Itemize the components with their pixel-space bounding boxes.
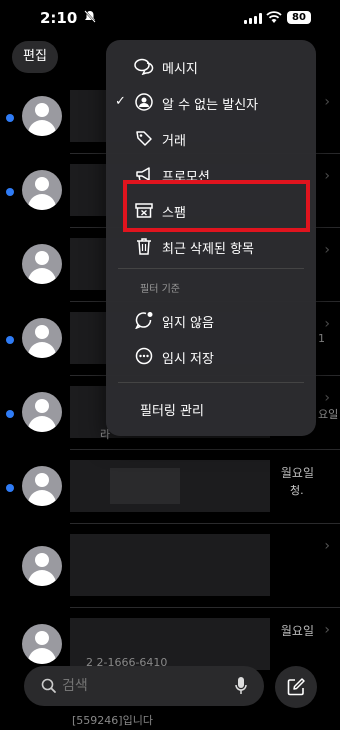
chevron-right-icon: › <box>324 168 330 184</box>
person-question-icon <box>134 93 154 111</box>
menu-item-label: 메시지 <box>162 62 198 77</box>
compose-button[interactable] <box>275 666 317 708</box>
unread-dot <box>6 410 14 418</box>
timestamp: 월요일 <box>280 466 314 480</box>
timestamp: 월요일 <box>280 624 314 638</box>
manage-filtering-button[interactable]: 필터링 관리 <box>140 400 204 419</box>
menu-item-unknown-senders[interactable]: ✓ 알 수 없는 발신자 <box>106 84 316 120</box>
menu-item-label: 알 수 없는 발신자 <box>162 98 259 113</box>
avatar <box>22 546 62 586</box>
chevron-right-icon: › <box>324 390 330 406</box>
unread-dot <box>6 336 14 344</box>
avatar <box>22 96 62 136</box>
background-fragment: [559246]입니다 <box>72 714 153 727</box>
microphone-icon[interactable] <box>234 676 248 696</box>
menu-divider <box>118 382 304 383</box>
search-icon <box>40 677 58 695</box>
unread-dot <box>6 188 14 196</box>
chevron-right-icon: › <box>324 94 330 110</box>
chevron-right-icon: › <box>324 242 330 258</box>
highlight-box <box>123 180 310 232</box>
wifi-icon <box>266 11 282 23</box>
filter-menu: 메시지 ✓ 알 수 없는 발신자 거래 프로모션 스팸 최근 삭제된 항목 필터… <box>106 40 316 436</box>
battery-indicator: 80 <box>287 11 311 24</box>
menu-item-messages[interactable]: 메시지 <box>106 48 316 84</box>
menu-item-unread[interactable]: 읽지 않음 <box>106 302 316 338</box>
list-item[interactable]: 월요일 청. <box>0 450 340 524</box>
cellular-signal-icon <box>244 13 262 24</box>
chat-bubbles-icon <box>134 57 154 75</box>
unread-bubble-icon <box>134 311 154 329</box>
unread-dot <box>6 114 14 122</box>
unread-dot <box>6 484 14 492</box>
chevron-right-icon: › <box>324 622 330 638</box>
avatar <box>22 624 62 664</box>
menu-item-recently-deleted[interactable]: 최근 삭제된 항목 <box>106 228 316 264</box>
avatar <box>22 244 62 284</box>
cut-off-fragment: 요일 <box>318 408 339 421</box>
trash-icon <box>134 237 154 255</box>
chevron-right-icon: › <box>324 316 330 332</box>
tag-icon <box>134 129 154 147</box>
silent-bell-icon <box>84 10 96 23</box>
compose-icon <box>287 678 305 696</box>
edit-button[interactable]: 편집 <box>12 41 58 73</box>
draft-bubble-icon <box>134 347 154 365</box>
menu-divider <box>118 268 304 269</box>
avatar <box>22 318 62 358</box>
preview-fragment: 청. <box>290 484 304 497</box>
chevron-right-icon: › <box>324 538 330 554</box>
avatar <box>22 392 62 432</box>
checkmark-icon: ✓ <box>115 94 126 109</box>
status-bar: 2:10 80 <box>0 0 340 36</box>
menu-item-label: 거래 <box>162 134 186 149</box>
search-bar[interactable] <box>24 666 264 706</box>
list-item[interactable]: › <box>0 524 340 608</box>
cut-off-fragment: 1 <box>318 332 325 345</box>
menu-item-label: 임시 저장 <box>162 352 214 367</box>
avatar <box>22 466 62 506</box>
search-input[interactable] <box>62 678 212 694</box>
status-time: 2:10 <box>40 9 78 27</box>
blurred-preview <box>70 534 270 596</box>
menu-item-label: 최근 삭제된 항목 <box>162 242 254 257</box>
avatar <box>22 170 62 210</box>
menu-item-label: 읽지 않음 <box>162 316 214 331</box>
menu-item-drafts[interactable]: 임시 저장 <box>106 338 316 374</box>
menu-item-transactions[interactable]: 거래 <box>106 120 316 156</box>
filter-section-label: 필터 기준 <box>140 284 180 295</box>
